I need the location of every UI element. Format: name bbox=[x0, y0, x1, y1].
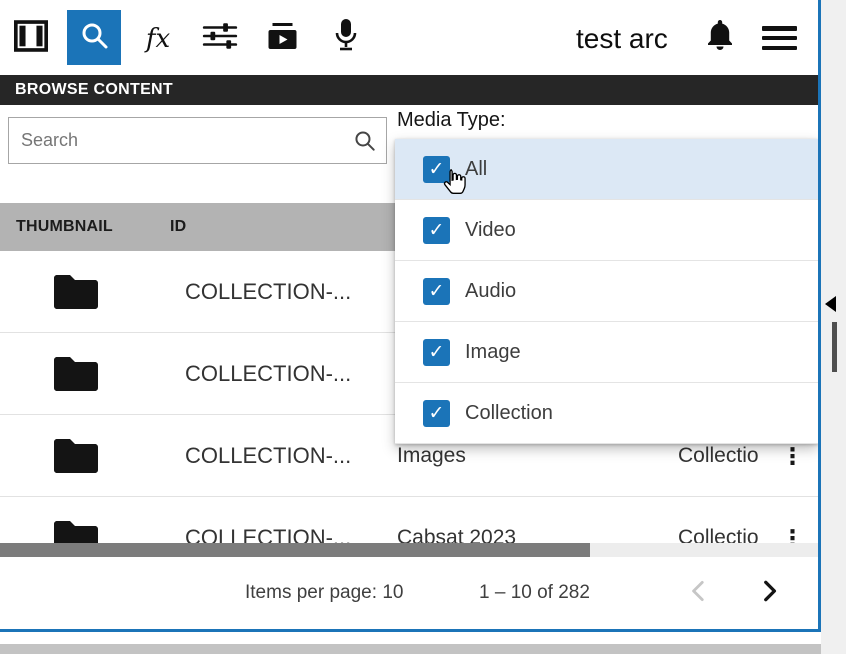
table-row[interactable]: COLLECTION-... Cabsat 2023 Collectio bbox=[0, 497, 818, 543]
browse-content-title: BROWSE CONTENT bbox=[15, 75, 173, 105]
page-range-label: 1 – 10 of 282 bbox=[479, 573, 590, 613]
app-window: fx test arc bbox=[0, 0, 818, 629]
right-gutter bbox=[821, 0, 846, 654]
checkbox-checked-icon[interactable] bbox=[423, 400, 450, 427]
video-library-button[interactable] bbox=[266, 23, 299, 53]
hamburger-icon bbox=[762, 26, 797, 31]
option-label: Audio bbox=[465, 280, 516, 303]
row-id: COLLECTION-... bbox=[185, 333, 351, 415]
video-library-icon bbox=[266, 21, 299, 56]
row-id: COLLECTION-... bbox=[185, 497, 351, 543]
media-type-dropdown: All Video Audio Image Collection bbox=[395, 139, 818, 444]
row-type: Collectio bbox=[678, 497, 778, 543]
option-label: Image bbox=[465, 341, 521, 364]
row-id: COLLECTION-... bbox=[185, 415, 351, 497]
search-field-icon[interactable] bbox=[353, 129, 376, 152]
vertical-scrollbar-thumb[interactable] bbox=[832, 322, 837, 372]
filters-button[interactable] bbox=[202, 23, 238, 53]
app-title: test arc bbox=[576, 22, 668, 56]
search-tab-button[interactable] bbox=[67, 10, 121, 65]
table-horizontal-scrollbar[interactable] bbox=[0, 543, 818, 557]
fx-icon: fx bbox=[146, 24, 170, 54]
media-type-label: Media Type: bbox=[397, 109, 506, 132]
top-toolbar: fx test arc bbox=[0, 0, 818, 75]
items-per-page-value[interactable]: 10 bbox=[382, 582, 403, 603]
checkbox-checked-icon[interactable] bbox=[423, 278, 450, 305]
screen: fx test arc bbox=[0, 0, 846, 654]
bell-icon bbox=[705, 18, 735, 57]
window-horizontal-scrollbar[interactable] bbox=[0, 644, 821, 654]
checkbox-checked-icon[interactable] bbox=[423, 217, 450, 244]
browse-content-bar: BROWSE CONTENT bbox=[0, 75, 818, 105]
items-per-page-label: Items per page: 10 bbox=[245, 573, 403, 613]
notifications-button[interactable] bbox=[705, 20, 735, 54]
option-label: All bbox=[465, 158, 487, 181]
horizontal-scrollbar-thumb[interactable] bbox=[0, 543, 590, 557]
row-id: COLLECTION-... bbox=[185, 251, 351, 333]
media-type-option-all[interactable]: All bbox=[395, 139, 818, 200]
folder-icon bbox=[52, 518, 100, 543]
folder-icon bbox=[52, 436, 100, 476]
effects-button[interactable]: fx bbox=[136, 22, 180, 56]
collapse-panel-arrow-icon[interactable] bbox=[825, 296, 836, 312]
option-label: Collection bbox=[465, 402, 553, 425]
media-type-option-video[interactable]: Video bbox=[395, 200, 818, 261]
search-icon bbox=[79, 20, 109, 55]
chevron-right-icon bbox=[756, 578, 782, 609]
search-box bbox=[8, 117, 387, 164]
option-label: Video bbox=[465, 219, 516, 242]
media-bin-button[interactable] bbox=[12, 20, 50, 56]
column-header-thumbnail[interactable]: THUMBNAIL bbox=[16, 203, 113, 251]
row-menu-icon[interactable] bbox=[781, 497, 804, 543]
row-title: Cabsat 2023 bbox=[397, 497, 516, 543]
film-strip-icon bbox=[14, 20, 48, 57]
folder-icon bbox=[52, 272, 100, 312]
column-header-id[interactable]: ID bbox=[170, 203, 186, 251]
checkbox-checked-icon[interactable] bbox=[423, 339, 450, 366]
microphone-button[interactable] bbox=[333, 20, 359, 54]
app-border-bottom bbox=[0, 629, 821, 632]
sliders-icon bbox=[202, 21, 238, 56]
microphone-icon bbox=[333, 18, 359, 57]
hamburger-menu-button[interactable] bbox=[762, 26, 797, 50]
checkbox-checked-icon[interactable] bbox=[423, 156, 450, 183]
chevron-left-icon bbox=[686, 578, 712, 609]
search-input[interactable] bbox=[9, 118, 351, 163]
media-type-option-collection[interactable]: Collection bbox=[395, 383, 818, 444]
paginator: Items per page: 10 1 – 10 of 282 bbox=[0, 557, 818, 629]
previous-page-button[interactable] bbox=[682, 576, 716, 610]
media-type-option-audio[interactable]: Audio bbox=[395, 261, 818, 322]
next-page-button[interactable] bbox=[752, 576, 786, 610]
media-type-option-image[interactable]: Image bbox=[395, 322, 818, 383]
folder-icon bbox=[52, 354, 100, 394]
